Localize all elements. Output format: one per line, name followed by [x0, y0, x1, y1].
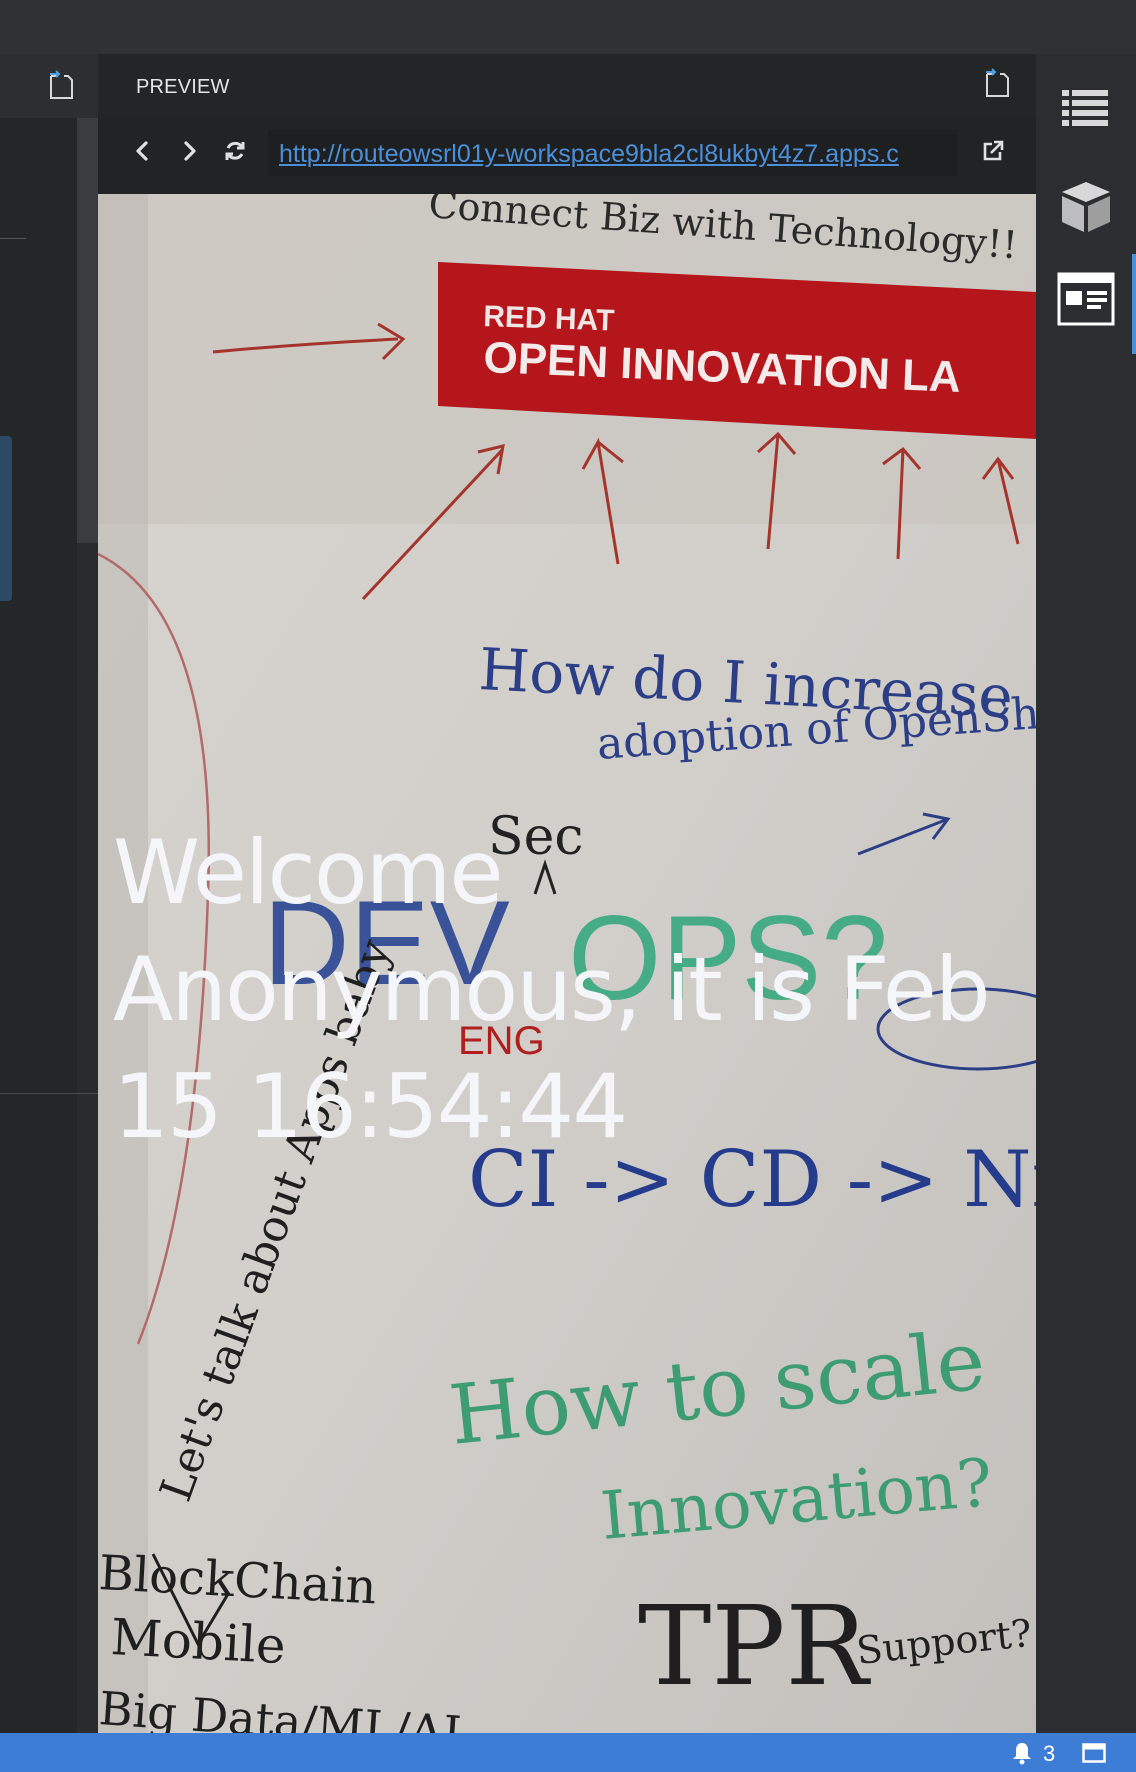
open-external-icon[interactable]: [978, 136, 1008, 166]
preview-panel-icon[interactable]: [1056, 269, 1116, 329]
scrollbar-thumb[interactable]: [77, 118, 98, 543]
svg-text:Mobile: Mobile: [109, 1608, 287, 1675]
preview-panel: PREVIEW http://routeowsrl01y-workspace9b…: [98, 54, 1036, 1733]
export-icon[interactable]: [984, 68, 1010, 98]
forward-icon[interactable]: [174, 136, 204, 166]
outline-list-icon[interactable]: [1056, 76, 1116, 136]
svg-text:TPR: TPR: [638, 1582, 871, 1710]
window-icon[interactable]: [1082, 1742, 1106, 1764]
export-icon[interactable]: [48, 70, 74, 100]
divider: [0, 1093, 98, 1094]
preview-navbar: http://routeowsrl01y-workspace9bla2cl8uk…: [98, 118, 1036, 194]
top-bar: [0, 0, 1136, 54]
welcome-message: Welcome Anonymous, it is Feb 15 16:54:44: [113, 821, 991, 1158]
notification-count[interactable]: 3: [1043, 1741, 1055, 1767]
url-field[interactable]: http://routeowsrl01y-workspace9bla2cl8uk…: [268, 130, 958, 176]
refresh-icon[interactable]: [220, 136, 250, 166]
preview-header: PREVIEW: [98, 54, 1036, 118]
right-activity-bar: [1036, 54, 1136, 1733]
svg-text:RED HAT: RED HAT: [483, 300, 615, 338]
bell-icon[interactable]: [1010, 1741, 1034, 1765]
divider: [0, 238, 26, 239]
selected-item-indicator: [0, 436, 12, 601]
cube-icon[interactable]: [1056, 176, 1116, 236]
url-link[interactable]: http://routeowsrl01y-workspace9bla2cl8uk…: [279, 140, 899, 169]
preview-viewport: Connect Biz with Technology!! RED HAT OP…: [98, 194, 1036, 1733]
back-icon[interactable]: [128, 136, 158, 166]
status-bar: 3: [0, 1733, 1136, 1772]
preview-title: PREVIEW: [136, 76, 230, 98]
active-view-indicator: [1132, 254, 1136, 354]
left-panel: [0, 54, 98, 1733]
